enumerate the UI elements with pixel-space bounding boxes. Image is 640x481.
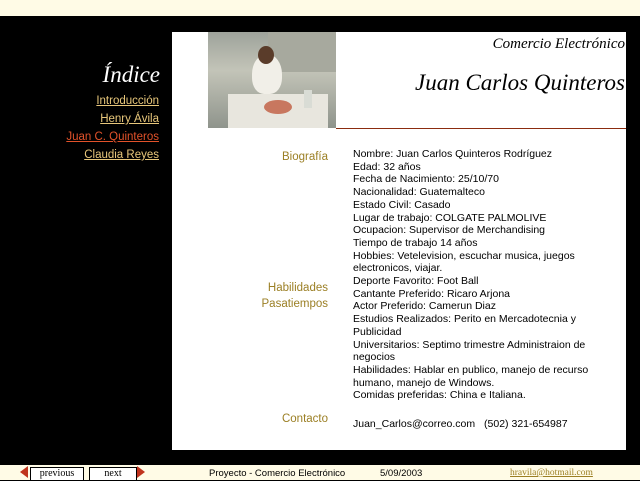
bio-line: Habilidades: Hablar en publico, manejo d…	[353, 363, 589, 389]
bio-line: Deporte Favorito: Foot Ball	[353, 275, 479, 288]
footer-date: 5/09/2003	[380, 468, 423, 479]
section-label-pasatiempos: Pasatiempos	[261, 298, 328, 310]
bio-details: Nombre: Juan Carlos Quinteros Rodríguez …	[353, 148, 605, 402]
section-label-habilidades: Habilidades	[267, 282, 328, 294]
arrow-left-icon[interactable]	[20, 466, 28, 478]
photo-head	[258, 46, 274, 64]
contact-email: Juan_Carlos@correo.com	[353, 418, 476, 430]
footer-project: Proyecto - Comercio Electrónico	[209, 468, 346, 479]
bio-line: Comidas preferidas: China e Italiana.	[353, 389, 526, 402]
sidebar-item-juan-quinteros[interactable]: Juan C. Quinteros	[66, 128, 159, 146]
bio-line: Tiempo de trabajo 14 años	[353, 236, 478, 249]
sidebar-nav: Introducción Henry Ávila Juan C. Quinter…	[66, 92, 159, 164]
bio-line: Nacionalidad: Guatemalteco	[353, 186, 485, 199]
bio-line: Lugar de trabajo: COLGATE PALMOLIVE	[353, 211, 547, 224]
bio-line: Universitarios: Septimo trimestre Admini…	[353, 338, 586, 364]
photo-plate	[264, 100, 292, 114]
sidebar-item-claudia-reyes[interactable]: Claudia Reyes	[66, 146, 159, 164]
brand-title: Comercio Electrónico	[492, 36, 625, 52]
bio-line: Estudios Realizados: Perito en Mercadote…	[353, 313, 576, 338]
footer-email-link[interactable]: hravila@hotmail.com	[510, 468, 593, 478]
bio-line: Fecha de Nacimiento: 25/10/70	[353, 173, 499, 186]
bio-line: Actor Preferido: Camerun Diaz	[353, 300, 496, 313]
index-title: Índice	[102, 62, 160, 87]
page-title: Juan Carlos Quinteros	[415, 70, 625, 95]
section-label-contacto: Contacto	[281, 413, 328, 425]
profile-photo	[208, 32, 336, 128]
title-divider	[336, 128, 626, 129]
sidebar-item-henry-avila[interactable]: Henry Ávila	[66, 110, 159, 128]
arrow-right-icon[interactable]	[137, 466, 145, 478]
bio-line: Ocupacion: Supervisor de Merchandising	[353, 224, 546, 237]
bio-line: Estado Civil: Casado	[353, 198, 451, 211]
bio-line: Edad: 32 años	[353, 160, 421, 173]
contact-phone: (502) 321-654987	[484, 418, 568, 430]
top-bar	[0, 0, 640, 16]
bio-line: Hobbies: Vetelevision, escuchar musica, …	[353, 249, 575, 275]
bio-line: Cantante Preferido: Ricaro Arjona	[353, 287, 511, 300]
bio-line: Nombre: Juan Carlos Quinteros Rodríguez	[353, 148, 553, 160]
contact-info: Juan_Carlos@correo.com (502) 321-654987	[353, 418, 574, 430]
sidebar-item-introduccion[interactable]: Introducción	[66, 92, 159, 110]
section-label-biografia: Biografía	[281, 151, 328, 163]
next-button[interactable]: next	[89, 467, 137, 481]
photo-glass	[304, 90, 312, 108]
previous-button[interactable]: previous	[30, 467, 84, 481]
right-border	[626, 16, 640, 452]
